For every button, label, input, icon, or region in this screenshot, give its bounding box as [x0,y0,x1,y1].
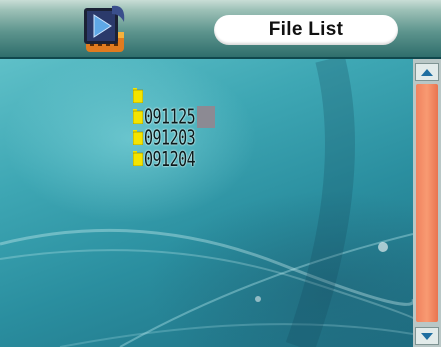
header-bar: File List [0,0,441,59]
scroll-thumb[interactable] [416,84,438,322]
folder-icon [133,109,143,124]
list-item[interactable]: 091203 [133,125,215,150]
vertical-scrollbar[interactable] [413,59,441,347]
list-item[interactable] [133,85,215,106]
list-item-selected[interactable]: 091125 [133,104,216,129]
title-bar: File List [214,15,398,45]
folder-icon [133,151,143,166]
scroll-down-button[interactable] [415,327,439,345]
selection-cursor [197,105,216,128]
page-title: File List [268,19,344,40]
folder-icon [133,88,143,103]
arrow-down-icon [421,332,433,340]
folder-icon [133,130,143,145]
list-item-label: 091204 [144,146,196,171]
file-list: 091125 091203 091204 [133,85,216,171]
video-folder-icon [84,5,125,52]
arrow-up-icon [421,68,433,76]
list-item[interactable]: 091204 [133,146,215,171]
file-list-screen: File List 091125 091203 091204 [0,0,441,347]
file-browser-pane: 091125 091203 091204 [0,59,413,347]
scroll-up-button[interactable] [415,63,439,81]
